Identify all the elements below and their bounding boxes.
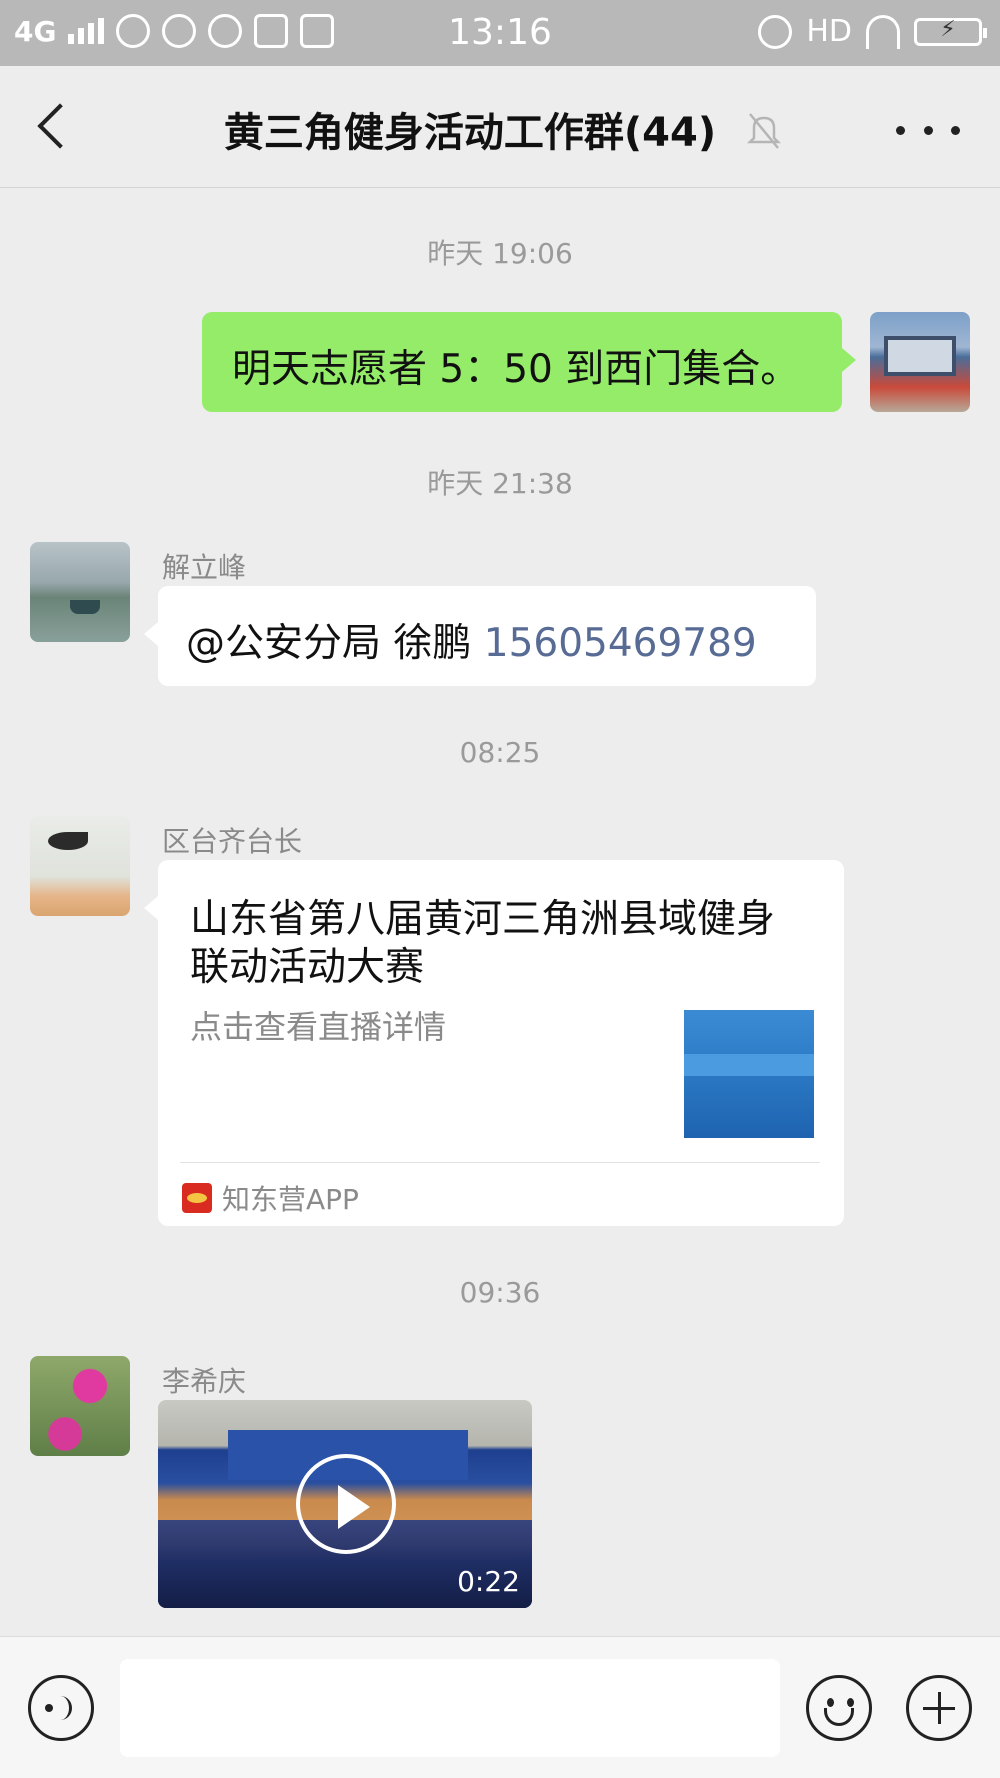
card-thumbnail — [684, 1010, 814, 1138]
sender-avatar[interactable] — [30, 1356, 130, 1456]
self-avatar[interactable] — [870, 312, 970, 412]
card-source: 知东营APP — [182, 1178, 359, 1218]
sender-name: 区台齐台长 — [162, 825, 303, 858]
chat-header: 黄三角健身活动工作群(44) — [0, 66, 1000, 188]
play-icon[interactable] — [296, 1454, 396, 1554]
timestamp: 09:36 — [459, 1276, 541, 1309]
hd-label: HD — [806, 14, 852, 49]
link-card[interactable]: 山东省第八届黄河三角洲县域健身联动活动大赛 点击查看直播详情 知东营APP — [144, 860, 844, 1226]
phone-link[interactable]: 15605469789 — [484, 621, 757, 666]
status-right: HD ⚡ — [758, 14, 987, 49]
self-message-bubble[interactable]: 明天志愿者 5：50 到西门集合。 — [202, 312, 856, 412]
alarm-icon — [758, 14, 793, 49]
wifi-icon — [866, 14, 900, 49]
video-duration: 0:22 — [457, 1565, 520, 1598]
bell-off-icon — [746, 113, 782, 149]
message-bubble[interactable]: @公安分局 徐鹏 15605469789 — [144, 586, 816, 686]
input-bar — [0, 1636, 1000, 1778]
more-dots-icon[interactable] — [896, 118, 960, 142]
sender-name: 李希庆 — [162, 1365, 247, 1398]
sender-avatar[interactable] — [30, 816, 130, 916]
card-divider — [180, 1162, 820, 1163]
mention-text: @公安分局 徐鹏 — [186, 621, 484, 666]
app-logo-icon — [182, 1183, 212, 1213]
sender-avatar[interactable] — [30, 542, 130, 642]
plus-icon[interactable] — [906, 1675, 972, 1741]
chat-title: 黄三角健身活动工作群(44) — [223, 110, 717, 156]
timestamp: 昨天 19:06 — [427, 237, 573, 270]
message-text: 明天志愿者 5：50 到西门集合。 — [232, 347, 800, 392]
back-arrow-icon[interactable] — [30, 102, 80, 152]
status-bar: 4G 13:16 HD ⚡ — [0, 0, 1000, 66]
timestamp: 昨天 21:38 — [427, 467, 573, 500]
message-input[interactable] — [120, 1659, 780, 1757]
message-text: @公安分局 徐鹏 15605469789 — [186, 612, 757, 668]
voice-icon[interactable] — [28, 1675, 94, 1741]
card-title: 山东省第八届黄河三角洲县域健身联动活动大赛 — [190, 897, 776, 990]
timestamp: 08:25 — [459, 736, 541, 769]
card-source-name: 知东营APP — [222, 1183, 359, 1216]
sender-name: 解立峰 — [162, 551, 247, 584]
battery-icon: ⚡ — [914, 17, 987, 46]
card-description: 点击查看直播详情 — [190, 1008, 447, 1046]
video-message[interactable]: 0:22 — [158, 1400, 532, 1608]
emoji-icon[interactable] — [806, 1675, 872, 1741]
